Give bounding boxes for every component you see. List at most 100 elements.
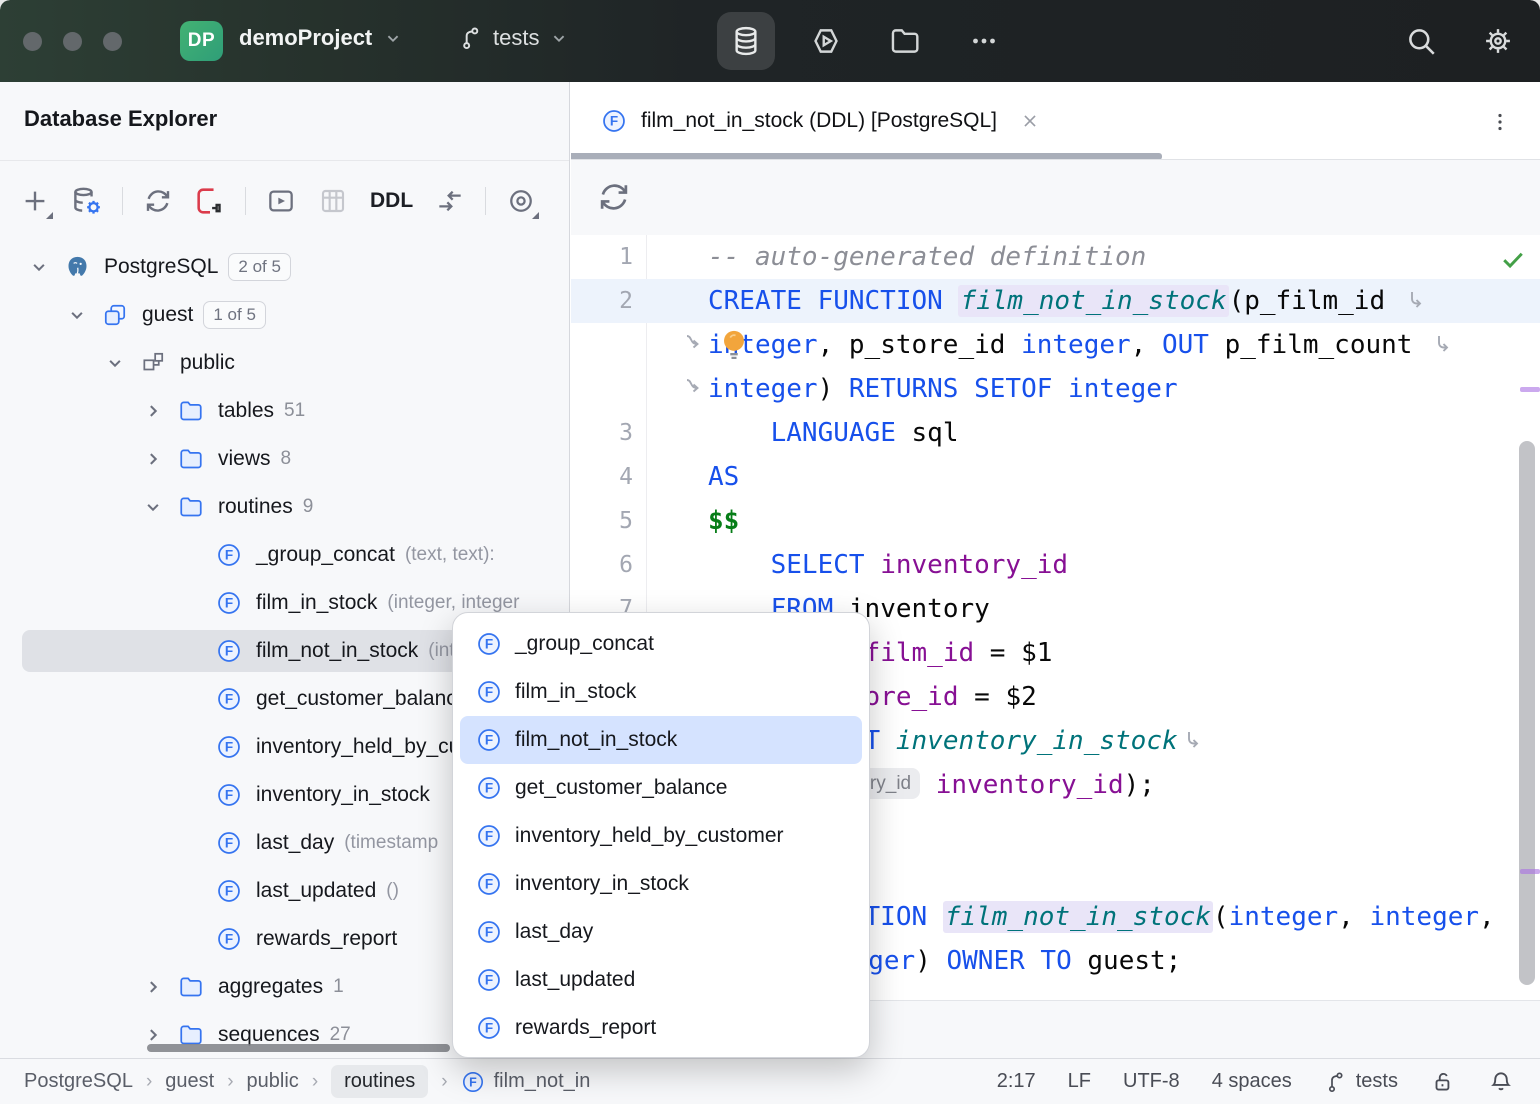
- popup-item-inventory-held-by-customer[interactable]: Finventory_held_by_customer: [460, 812, 862, 860]
- function-icon: F: [216, 830, 242, 856]
- code-line[interactable]: integer) RETURNS SETOF integer: [571, 367, 1540, 411]
- tree-item-views[interactable]: views8: [0, 435, 570, 483]
- breadcrumb-item-film-not-in[interactable]: Ffilm_not_in: [461, 1070, 591, 1094]
- open-console-button[interactable]: [260, 180, 302, 222]
- minimize-window-button[interactable]: [63, 32, 82, 51]
- tree-item-count: 8: [281, 448, 292, 470]
- tree-item-label: public: [180, 351, 235, 375]
- chevron-down-icon[interactable]: [140, 494, 166, 520]
- ddl-button[interactable]: DDL: [364, 180, 419, 222]
- breadcrumb-separator-icon: ›: [227, 1071, 233, 1093]
- new-datasource-button[interactable]: [14, 180, 56, 222]
- svg-text:F: F: [225, 644, 233, 659]
- code-token: [920, 770, 936, 800]
- tree-item-count: 51: [284, 400, 305, 422]
- indent-style[interactable]: 4 spaces: [1212, 1070, 1292, 1093]
- disconnect-button[interactable]: [189, 180, 231, 222]
- datasource-properties-button[interactable]: [66, 180, 108, 222]
- file-encoding[interactable]: UTF-8: [1123, 1070, 1180, 1093]
- code-token: inventory_id: [880, 550, 1068, 580]
- refresh-ddl-button[interactable]: [595, 176, 637, 218]
- tree-item-guest[interactable]: guest1 of 5: [0, 291, 570, 339]
- tab-options-kebab-button[interactable]: [1482, 104, 1518, 140]
- close-window-button[interactable]: [23, 32, 42, 51]
- tree-item-signature-hint: (text, text):: [405, 544, 495, 566]
- code-token: inventory_id: [936, 770, 1124, 800]
- view-options-button[interactable]: [500, 180, 542, 222]
- code-token: SELECT: [771, 550, 865, 580]
- popup-item-label: film_not_in_stock: [515, 728, 677, 752]
- svg-text:F: F: [225, 836, 233, 851]
- code-token: integer: [1229, 902, 1339, 932]
- bell-icon: [1488, 1069, 1514, 1095]
- search-everywhere-button[interactable]: [1392, 12, 1450, 70]
- statusbar-vcs-branch[interactable]: tests: [1324, 1070, 1398, 1094]
- tree-horizontal-scrollbar[interactable]: [147, 1044, 450, 1052]
- code-token: [708, 418, 771, 448]
- soft-wrap-icon: [1434, 333, 1451, 357]
- notifications-button[interactable]: [1488, 1069, 1514, 1095]
- code-token: film_not_in_stock: [943, 901, 1213, 933]
- code-line[interactable]: 4AS: [571, 455, 1540, 499]
- chevron-right-icon[interactable]: [140, 446, 166, 472]
- tree-item-content: last_day(timestamp: [256, 819, 438, 867]
- vcs-branch-selector[interactable]: tests: [452, 24, 576, 52]
- settings-button[interactable]: [1469, 12, 1527, 70]
- zoom-window-button[interactable]: [103, 32, 122, 51]
- statusbar: PostgreSQL›guest›public›routines›Ffilm_n…: [0, 1058, 1540, 1104]
- popup-item-group-concat[interactable]: F_group_concat: [460, 620, 862, 668]
- catalog-icon: [102, 302, 128, 328]
- svg-text:F: F: [485, 829, 493, 844]
- tree-item-public[interactable]: public: [0, 339, 570, 387]
- code-token: (p_film_id: [1229, 286, 1401, 316]
- code-line[interactable]: 1-- auto-generated definition: [571, 235, 1540, 279]
- more-tool-windows-button[interactable]: [955, 12, 1013, 70]
- caret-position[interactable]: 2:17: [997, 1070, 1036, 1093]
- editor-tab[interactable]: F film_not_in_stock (DDL) [PostgreSQL]: [571, 82, 1043, 160]
- chevron-right-icon[interactable]: [140, 398, 166, 424]
- tree-item-routines[interactable]: routines9: [0, 483, 570, 531]
- tree-item-label: _group_concat: [256, 543, 395, 567]
- jump-to-editor-button[interactable]: [429, 180, 471, 222]
- services-tool-button[interactable]: [797, 12, 855, 70]
- line-separator[interactable]: LF: [1068, 1070, 1091, 1093]
- breadcrumb-item-guest[interactable]: guest: [165, 1070, 214, 1093]
- project-selector[interactable]: demoProject: [233, 24, 410, 52]
- tree-item-postgresql[interactable]: PostgreSQL2 of 5: [0, 243, 570, 291]
- popup-item-last-updated[interactable]: Flast_updated: [460, 956, 862, 1004]
- svg-text:F: F: [469, 1075, 477, 1089]
- chevron-down-icon[interactable]: [26, 254, 52, 280]
- code-line[interactable]: 5$$: [571, 499, 1540, 543]
- tree-item-count: 1: [333, 976, 344, 998]
- refresh-button[interactable]: [137, 180, 179, 222]
- breadcrumb-item-postgresql[interactable]: PostgreSQL: [24, 1070, 133, 1093]
- project-files-tool-button[interactable]: [876, 12, 934, 70]
- code-line[interactable]: integer, p_store_id integer, OUT p_film_…: [571, 323, 1540, 367]
- breadcrumb-item-routines[interactable]: routines: [331, 1065, 428, 1098]
- breadcrumb-item-public[interactable]: public: [247, 1070, 299, 1093]
- writable-toggle[interactable]: [1430, 1069, 1456, 1095]
- chevron-down-icon[interactable]: [102, 350, 128, 376]
- database-gear-icon: [70, 184, 104, 218]
- database-tool-button[interactable]: [717, 12, 775, 70]
- popup-item-get-customer-balance[interactable]: Fget_customer_balance: [460, 764, 862, 812]
- close-tab-button[interactable]: [1017, 108, 1043, 134]
- popup-item-inventory-in-stock[interactable]: Finventory_in_stock: [460, 860, 862, 908]
- soft-wrap-icon: [684, 378, 702, 400]
- tree-item-group-concat[interactable]: F_group_concat(text, text):: [0, 531, 570, 579]
- svg-text:F: F: [225, 884, 233, 899]
- chevron-right-icon[interactable]: [140, 974, 166, 1000]
- code-token: ,: [1479, 902, 1495, 932]
- chevron-down-icon[interactable]: [64, 302, 90, 328]
- popup-item-film-in-stock[interactable]: Ffilm_in_stock: [460, 668, 862, 716]
- popup-item-film-not-in-stock[interactable]: Ffilm_not_in_stock: [460, 716, 862, 764]
- code-line[interactable]: 2CREATE FUNCTION film_not_in_stock(p_fil…: [571, 279, 1540, 323]
- table-view-button[interactable]: [312, 180, 354, 222]
- tree-item-tables[interactable]: tables51: [0, 387, 570, 435]
- code-line[interactable]: 6 SELECT inventory_id: [571, 543, 1540, 587]
- popup-item-rewards-report[interactable]: Frewards_report: [460, 1004, 862, 1052]
- intention-lightbulb-icon[interactable]: [717, 327, 751, 363]
- tree-item-content: get_customer_balance: [256, 675, 468, 723]
- popup-item-last-day[interactable]: Flast_day: [460, 908, 862, 956]
- code-line[interactable]: 3 LANGUAGE sql: [571, 411, 1540, 455]
